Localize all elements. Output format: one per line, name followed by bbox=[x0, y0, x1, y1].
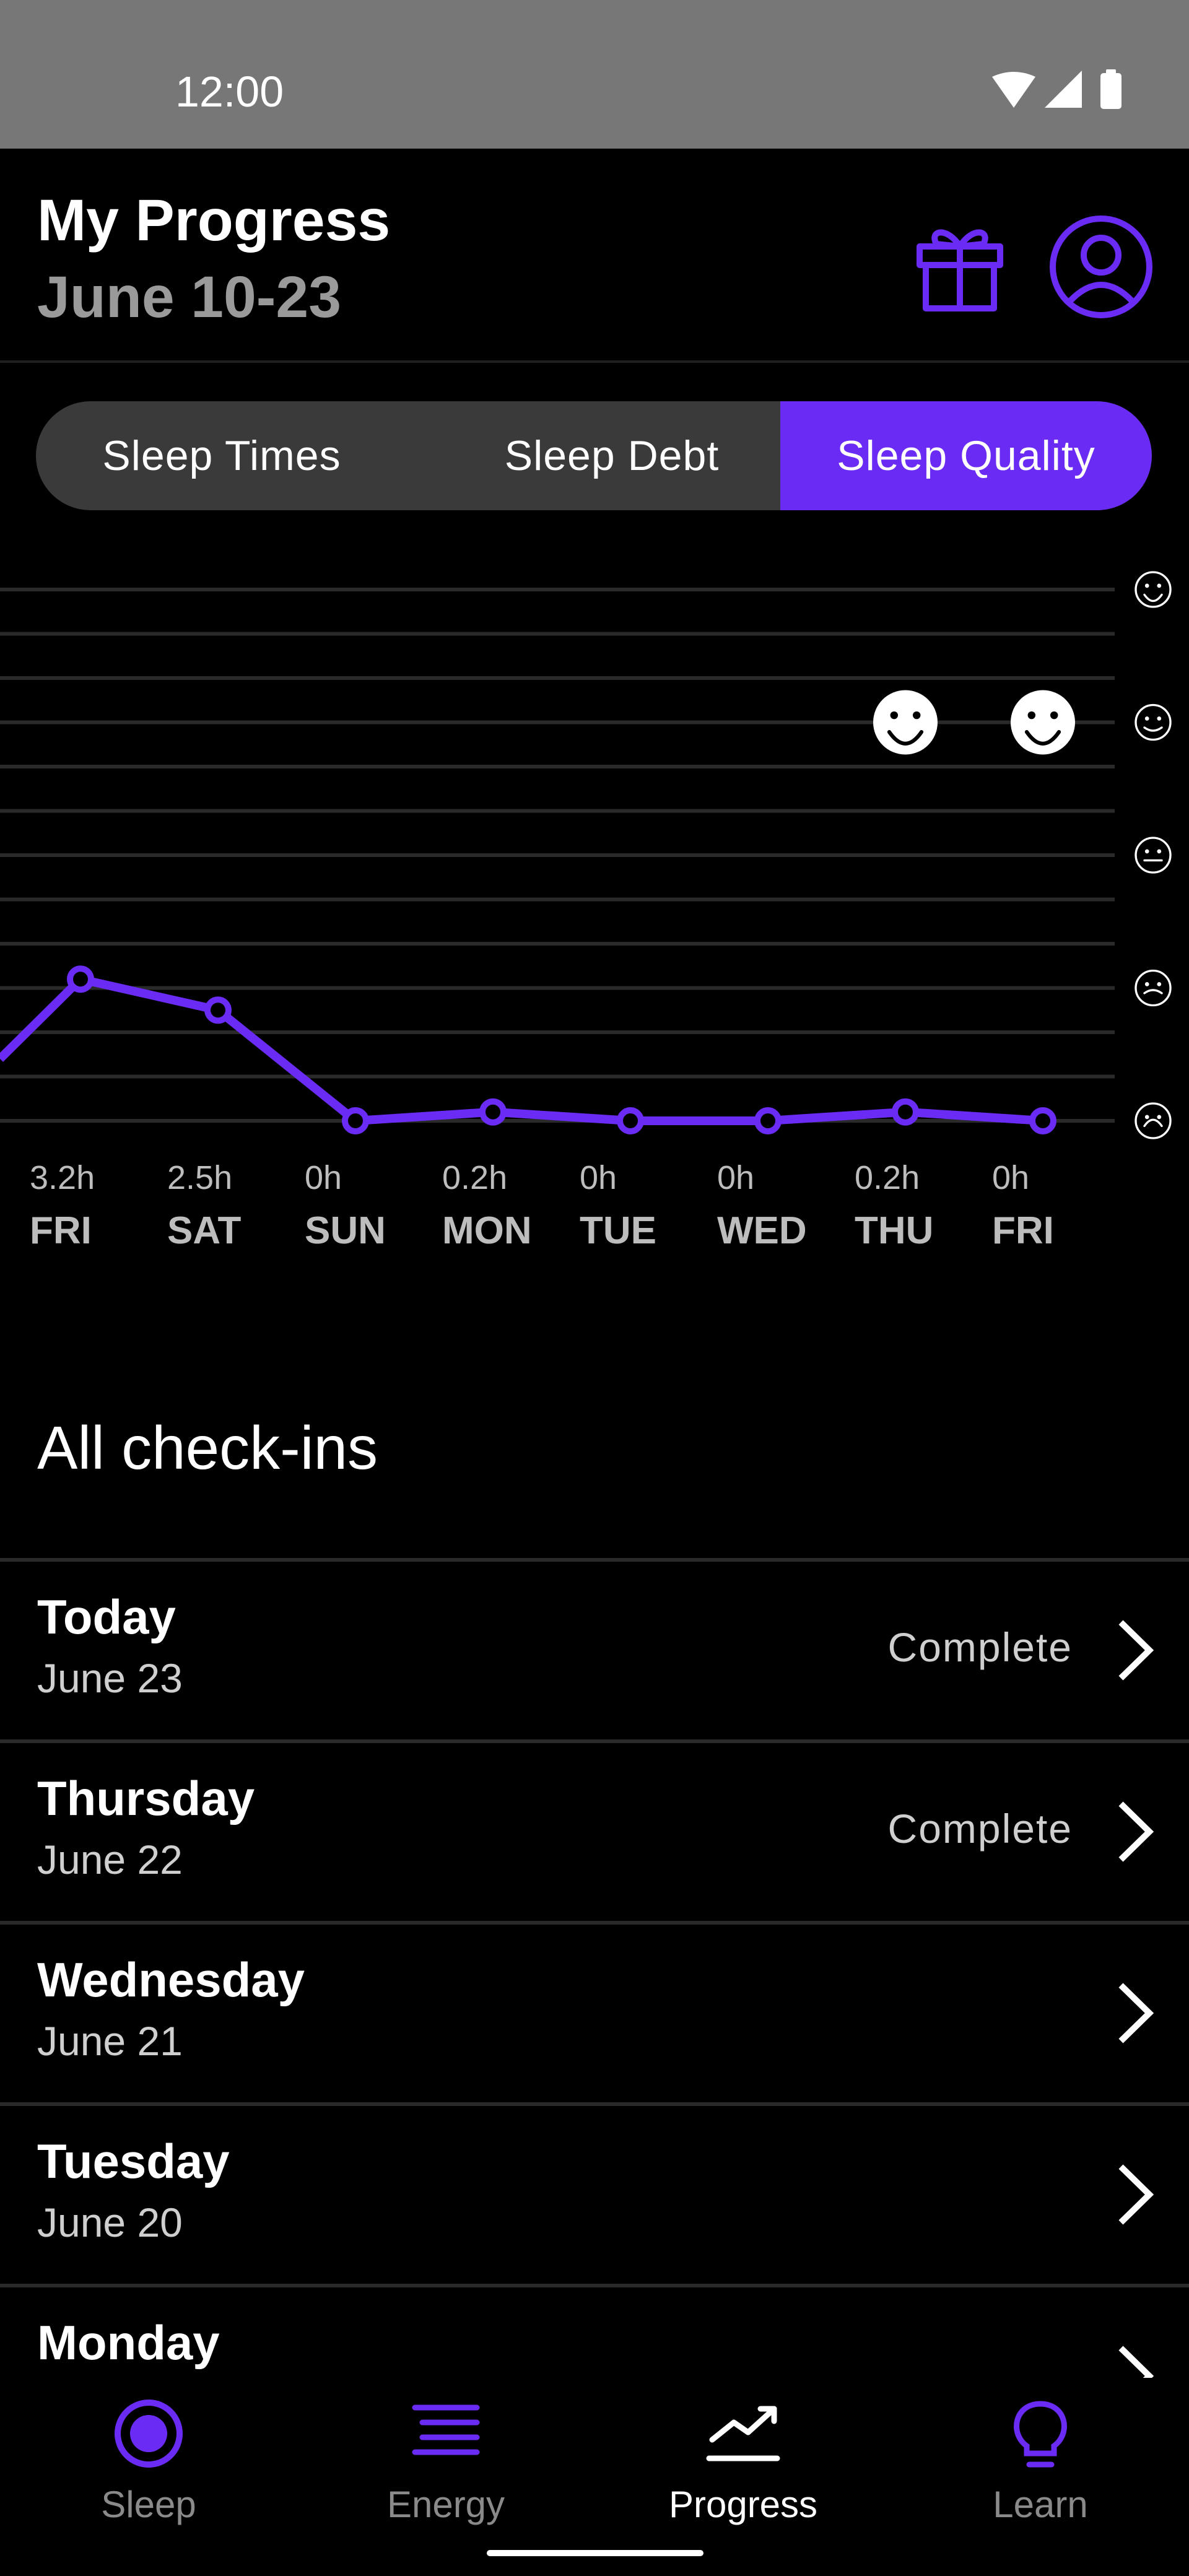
gift-icon[interactable] bbox=[910, 214, 1009, 313]
checkin-date: June 20 bbox=[37, 2200, 183, 2245]
unhappy-face-icon bbox=[1135, 969, 1172, 1007]
checkin-day: Wednesday bbox=[37, 1952, 305, 2007]
section-title: All check-ins bbox=[37, 1414, 378, 1482]
chevron-right-icon bbox=[1118, 2164, 1154, 2225]
energy-icon bbox=[412, 2404, 480, 2455]
value-label: 0.2h bbox=[442, 1159, 507, 1196]
data-point bbox=[892, 1098, 919, 1126]
checkin-day: Today bbox=[37, 1590, 176, 1644]
page-title: My Progress bbox=[37, 188, 391, 253]
value-label: 0h bbox=[305, 1159, 342, 1196]
checkin-row[interactable]: Thursday June 22 Complete bbox=[0, 1739, 1189, 1921]
tab-sleep-times[interactable]: Sleep Times bbox=[36, 401, 407, 510]
home-indicator bbox=[487, 2550, 703, 2556]
tab-sleep-quality[interactable]: Sleep Quality bbox=[780, 401, 1152, 510]
sleep-quality-chart: 3.2h FRI 2.5h SAT 0h SUN 0.2h MON 0h TUE 0h WED 0.2h… bbox=[0, 571, 1172, 1252]
data-point bbox=[479, 1098, 507, 1126]
checkin-face-icon bbox=[1011, 690, 1075, 755]
day-tick-label: THU bbox=[855, 1209, 933, 1252]
status-bar: 12:00 bbox=[0, 0, 1189, 149]
sleep-icon bbox=[115, 2400, 183, 2468]
date-range: June 10-23 bbox=[37, 264, 342, 330]
checkin-status: Complete bbox=[887, 1624, 1073, 1670]
signal-icon bbox=[1045, 71, 1082, 108]
nav-label: Progress bbox=[668, 2484, 818, 2525]
checkin-row[interactable]: Wednesday June 21 bbox=[0, 1921, 1189, 2102]
day-tick-label: MON bbox=[442, 1209, 532, 1252]
data-point bbox=[342, 1107, 369, 1134]
battery-icon bbox=[1100, 73, 1121, 109]
day-tick-label: SUN bbox=[305, 1209, 386, 1252]
tab-sleep-debt[interactable]: Sleep Debt bbox=[407, 401, 816, 510]
value-label: 2.5h bbox=[167, 1159, 232, 1196]
data-point bbox=[1029, 1107, 1056, 1134]
checkin-day: Tuesday bbox=[37, 2134, 230, 2188]
nav-energy[interactable]: Energy bbox=[297, 2378, 594, 2576]
checkin-day: Monday bbox=[37, 2315, 220, 2370]
value-label: 0h bbox=[992, 1159, 1029, 1196]
nav-sleep[interactable]: Sleep bbox=[0, 2378, 297, 2576]
nav-label: Energy bbox=[386, 2484, 505, 2525]
chevron-right-icon bbox=[1118, 1801, 1154, 1862]
checkin-list: Today June 23 Complete Thursday June 22 … bbox=[0, 1558, 1189, 2465]
progress-icon bbox=[706, 2406, 780, 2461]
checkin-date: June 21 bbox=[37, 2018, 183, 2064]
nav-progress[interactable]: Progress bbox=[594, 2378, 892, 2576]
day-tick-label: FRI bbox=[992, 1209, 1054, 1252]
checkin-date: June 23 bbox=[37, 1655, 183, 1701]
checkin-date: June 22 bbox=[37, 1837, 183, 1882]
checkin-row[interactable]: Today June 23 Complete bbox=[0, 1558, 1189, 1739]
status-icons bbox=[992, 69, 1121, 109]
value-label: 0h bbox=[580, 1159, 617, 1196]
wifi-icon bbox=[992, 72, 1035, 108]
checkin-row[interactable]: Tuesday June 20 bbox=[0, 2102, 1189, 2284]
data-point bbox=[67, 965, 94, 993]
value-label: 3.2h bbox=[30, 1159, 95, 1196]
nav-label: Sleep bbox=[101, 2484, 196, 2525]
bottom-navigation: Sleep Energy Progress Learn bbox=[0, 2378, 1189, 2576]
checkin-face-icon bbox=[873, 690, 938, 755]
page-header: My Progress June 10-23 bbox=[0, 149, 1189, 362]
day-tick-label: WED bbox=[717, 1209, 807, 1252]
chevron-right-icon bbox=[1118, 1983, 1154, 2043]
checkin-status: Complete bbox=[887, 1806, 1073, 1852]
checkin-day: Thursday bbox=[37, 1771, 255, 1825]
view-segmented-control: Sleep Times Sleep Debt Sleep Quality bbox=[36, 401, 1152, 510]
happy-face-icon bbox=[1135, 703, 1172, 741]
status-time: 12:00 bbox=[175, 67, 284, 116]
very-happy-face-icon bbox=[1135, 571, 1172, 608]
neutral-face-icon bbox=[1135, 837, 1172, 874]
day-tick-label: FRI bbox=[30, 1209, 92, 1252]
day-tick-label: TUE bbox=[580, 1209, 656, 1252]
header-divider bbox=[0, 360, 1189, 363]
chevron-right-icon bbox=[1118, 1620, 1154, 1681]
value-label: 0.2h bbox=[855, 1159, 920, 1196]
data-point bbox=[617, 1107, 644, 1134]
profile-icon[interactable] bbox=[1048, 214, 1154, 320]
lightbulb-icon bbox=[1014, 2401, 1067, 2468]
day-tick-label: SAT bbox=[167, 1209, 242, 1252]
data-point bbox=[204, 996, 232, 1024]
nav-learn[interactable]: Learn bbox=[892, 2378, 1189, 2576]
nav-label: Learn bbox=[993, 2484, 1088, 2525]
value-label: 0h bbox=[717, 1159, 754, 1196]
very-unhappy-face-icon bbox=[1135, 1102, 1172, 1139]
sleep-line bbox=[0, 975, 1043, 1125]
data-point bbox=[754, 1107, 782, 1134]
